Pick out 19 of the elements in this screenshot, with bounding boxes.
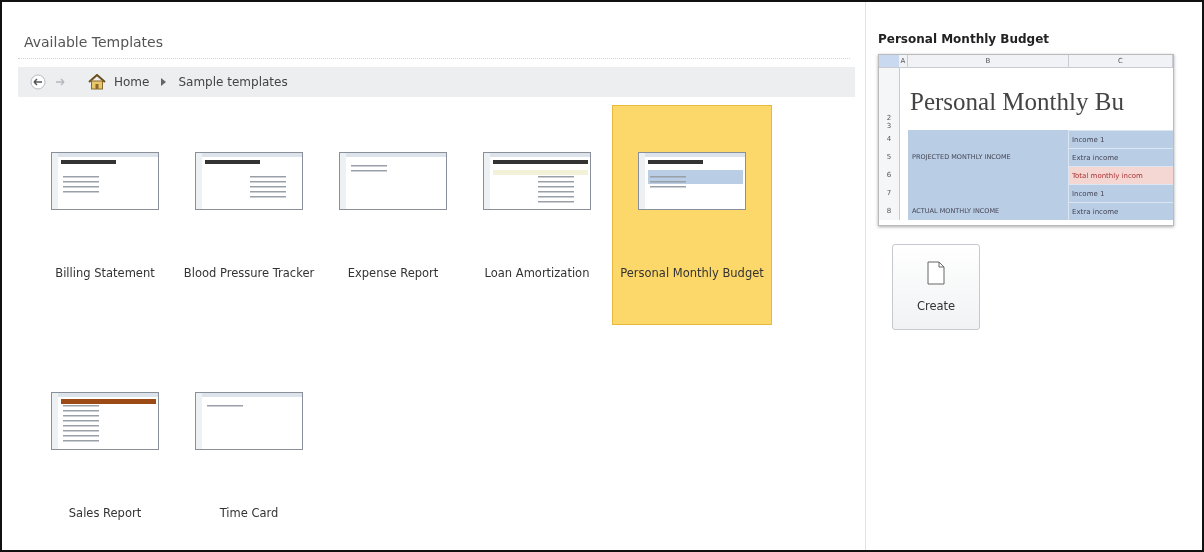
template-tile[interactable]: Personal Monthly Budget <box>612 105 772 325</box>
template-tile[interactable]: Time Card <box>180 345 318 550</box>
template-tile[interactable]: Expense Report <box>324 105 462 325</box>
section-title: Available Templates <box>18 32 850 59</box>
home-icon <box>88 74 106 90</box>
template-tile[interactable]: Billing Statement <box>36 105 174 325</box>
breadcrumb-link[interactable]: Home <box>114 75 150 89</box>
document-icon <box>927 261 945 285</box>
template-tile[interactable]: Blood Pressure Tracker <box>180 105 318 325</box>
template-tile[interactable]: Sales Report <box>36 345 174 550</box>
back-button[interactable] <box>30 74 46 90</box>
forward-button[interactable] <box>54 76 66 88</box>
preview-title: Personal Monthly Budget <box>878 32 1051 46</box>
create-button[interactable]: Create <box>892 244 980 330</box>
select-all-corner[interactable] <box>879 55 899 67</box>
template-tile[interactable]: Loan Amortization <box>468 105 606 325</box>
sheet-title: Personal Monthly Bu <box>909 87 1124 117</box>
chevron-icon <box>161 78 167 86</box>
breadcrumb-link[interactable]: Sample templates <box>178 75 288 89</box>
